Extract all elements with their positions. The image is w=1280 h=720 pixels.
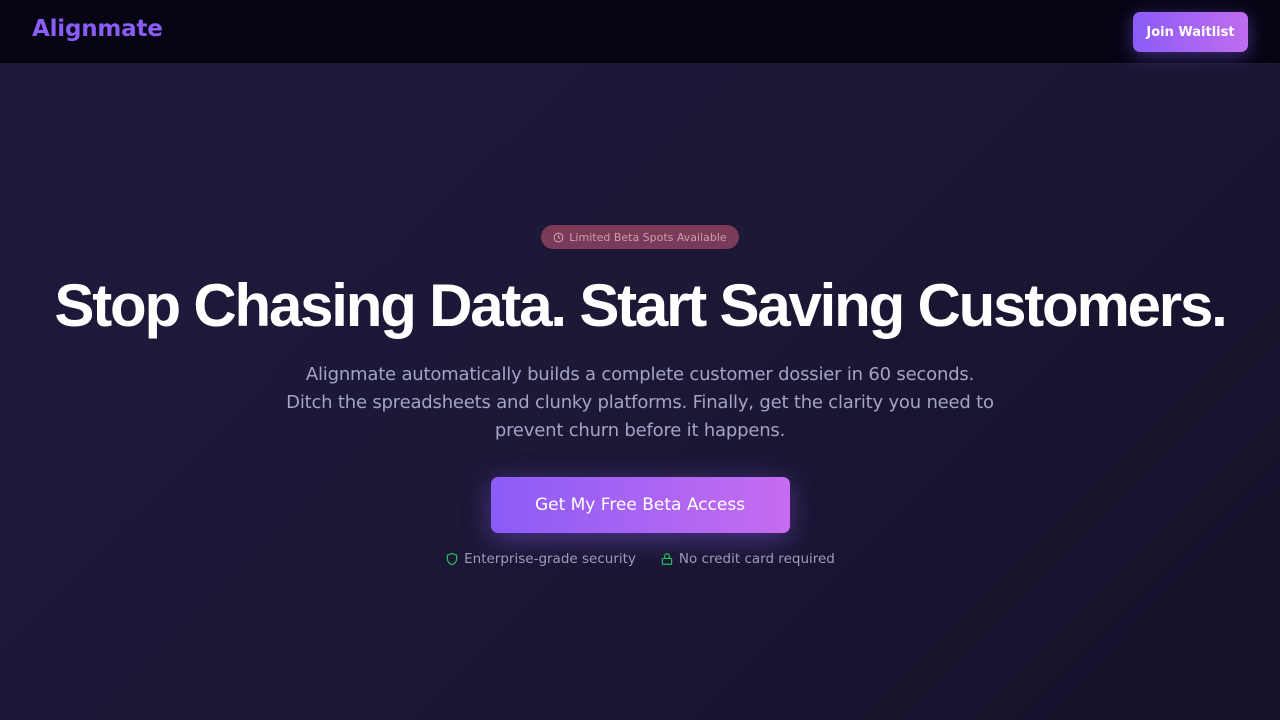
badge-label: Limited Beta Spots Available — [569, 230, 727, 244]
trust-label: Enterprise-grade security — [464, 551, 636, 567]
trust-label: No credit card required — [678, 551, 835, 567]
join-waitlist-button[interactable]: Join Waitlist — [1133, 12, 1248, 52]
shield-icon — [445, 552, 459, 566]
subheadline-line: prevent churn before it happens. — [494, 420, 786, 441]
subheadline-line: Ditch the spreadsheets and clunky platfo… — [286, 392, 994, 413]
get-beta-access-button[interactable]: Get My Free Beta Access — [490, 477, 790, 533]
trust-indicators: Enterprise-grade security No credit card… — [0, 551, 1280, 567]
hero-section: Limited Beta Spots Available Stop Chasin… — [0, 225, 1280, 567]
subheadline-line: Alignmate automatically builds a complet… — [305, 364, 975, 385]
brand-logo[interactable]: Alignmate — [32, 16, 163, 42]
beta-spots-badge: Limited Beta Spots Available — [541, 225, 739, 249]
lock-icon — [660, 552, 674, 566]
hero-headline: Stop Chasing Data. Start Saving Customer… — [54, 272, 1227, 339]
trust-item-security: Enterprise-grade security — [445, 551, 636, 567]
clock-icon — [553, 232, 564, 243]
top-navigation: Alignmate Join Waitlist — [0, 0, 1280, 64]
hero-subheadline: Alignmate automatically builds a complet… — [240, 361, 1040, 445]
trust-item-no-credit-card: No credit card required — [660, 551, 835, 567]
